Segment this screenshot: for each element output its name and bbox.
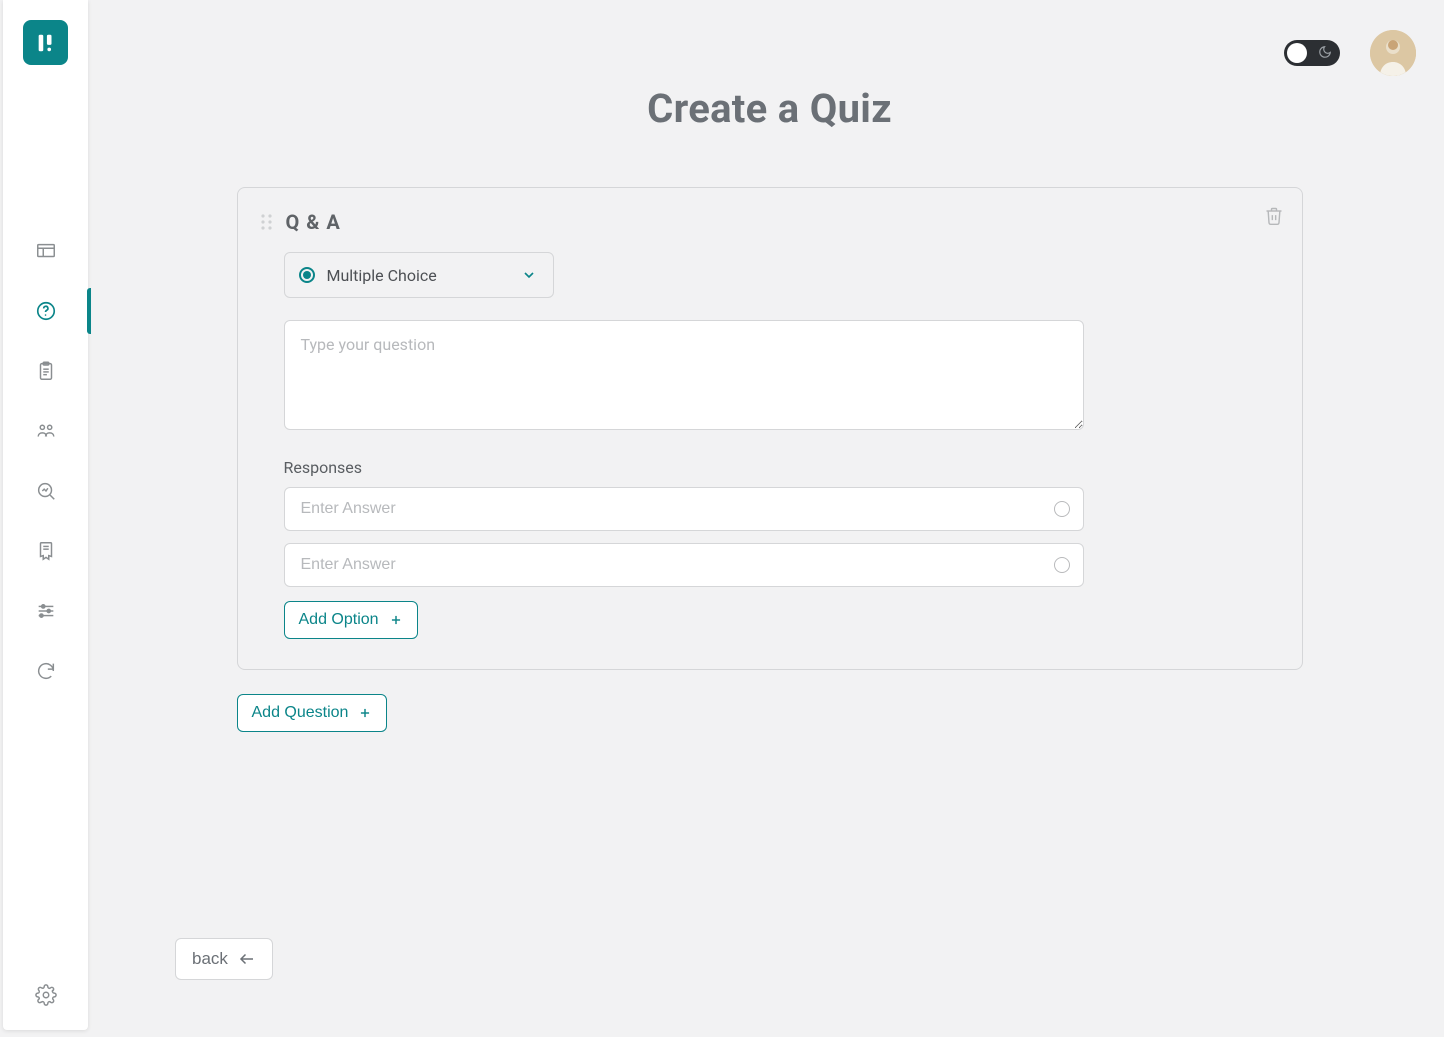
question-type-select[interactable]: Multiple Choice — [284, 252, 554, 298]
nav-settings[interactable] — [35, 984, 57, 1006]
radio-icon — [299, 267, 315, 283]
back-label: back — [192, 949, 228, 969]
main: Create a Quiz Q & A Multiple Choice Resp… — [95, 0, 1444, 1030]
back-button[interactable]: back — [175, 938, 273, 980]
nav-certificate[interactable] — [3, 540, 88, 562]
question-input[interactable] — [284, 320, 1084, 430]
nav-board[interactable] — [3, 240, 88, 262]
delete-question-button[interactable] — [1264, 206, 1284, 226]
app-logo[interactable] — [23, 20, 68, 65]
add-option-button[interactable]: Add Option — [284, 601, 418, 639]
question-title: Q & A — [286, 210, 341, 234]
arrow-left-icon — [238, 950, 256, 968]
responses-label: Responses — [284, 458, 1280, 477]
sidebar-nav — [3, 240, 88, 682]
correct-answer-radio[interactable] — [1054, 557, 1070, 573]
question-header: Q & A — [260, 210, 1280, 234]
question-card: Q & A Multiple Choice Responses — [237, 187, 1303, 670]
chevron-down-icon — [521, 267, 537, 283]
answer-input[interactable] — [284, 543, 1084, 587]
answer-row — [284, 487, 1084, 531]
add-question-label: Add Question — [252, 704, 349, 722]
plus-icon — [389, 613, 403, 627]
correct-answer-radio[interactable] — [1054, 501, 1070, 517]
responses-list — [284, 487, 1084, 587]
answer-row — [284, 543, 1084, 587]
nav-analytics[interactable] — [3, 480, 88, 502]
drag-handle-icon[interactable] — [260, 213, 274, 231]
add-option-label: Add Option — [299, 611, 379, 629]
answer-input[interactable] — [284, 487, 1084, 531]
nav-filters[interactable] — [3, 600, 88, 622]
sidebar — [3, 0, 88, 1030]
nav-quiz[interactable] — [3, 300, 88, 322]
add-question-button[interactable]: Add Question — [237, 694, 388, 732]
nav-group[interactable] — [3, 420, 88, 442]
nav-clipboard[interactable] — [3, 360, 88, 382]
nav-sync[interactable] — [3, 660, 88, 682]
question-type-label: Multiple Choice — [327, 266, 437, 285]
plus-icon — [358, 706, 372, 720]
page-title: Create a Quiz — [175, 85, 1364, 132]
